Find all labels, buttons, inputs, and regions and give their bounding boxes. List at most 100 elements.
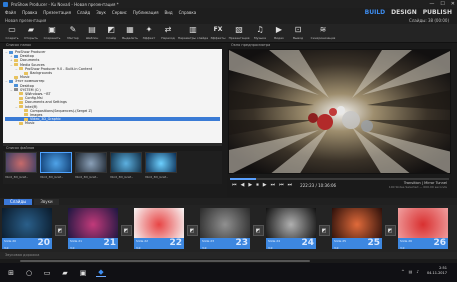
menu-publish[interactable]: Публикация (133, 10, 159, 15)
toolbar-label: Шаблон (85, 36, 99, 40)
timeline-slide[interactable]: Slide 20 20 3.0 (2, 208, 52, 250)
transition-icon[interactable]: ◩ (318, 225, 330, 236)
maximize-button[interactable]: ☐ (440, 1, 444, 7)
transition-icon[interactable]: ◩ (186, 225, 198, 236)
rewind-button[interactable]: ⏮ (279, 182, 284, 188)
toolbar-button-1[interactable]: ▰ Открыть (23, 24, 39, 42)
preview-window[interactable] (228, 49, 451, 174)
folder-tree[interactable]: − ProShow Producer + Desktop + Documents − Medi… (3, 49, 222, 143)
toolbar-button-5[interactable]: ◩ Слайд (103, 24, 119, 42)
stop-button[interactable]: ⏹ (256, 182, 259, 188)
menu-file[interactable]: Файл (5, 10, 16, 15)
output-icon: ⊡ (294, 25, 302, 34)
proshow-taskbar-icon[interactable]: ◆ (96, 268, 106, 277)
timeline-scrollbar-thumb[interactable] (20, 260, 310, 262)
search-icon[interactable]: ○ (24, 269, 34, 277)
file-list[interactable]: Vbrd_3D_Graf... Vbrd_3D_Graf... Vbrd_3D_Gr… (3, 151, 222, 184)
toolbar-label: Музыка (254, 36, 266, 40)
toolbar-button-9[interactable]: ▥ Параметры слайда (178, 24, 208, 42)
timeline-slide[interactable]: Slide 25 25 3.0 (332, 208, 382, 250)
expand-icon[interactable]: − (10, 63, 13, 67)
main-toolbar: ▭ Создать ▰ Открыть ▣ Сохранить ✎ Мастер ▤ Шаблон… (0, 24, 457, 43)
tab-sounds[interactable]: Звуки (34, 198, 59, 205)
file-thumbnail-image (75, 152, 107, 173)
transition-icon[interactable]: ◩ (54, 225, 66, 236)
next-button[interactable]: ▶ (263, 182, 267, 188)
mode-build[interactable]: BUILD (365, 9, 385, 16)
timeline-slide[interactable]: Slide 23 23 3.0 (200, 208, 250, 250)
slide-number: 22 (169, 238, 182, 248)
minimize-button[interactable]: — (429, 1, 434, 7)
slide-timeline[interactable]: Slide 20 20 3.0 ◩ Slide 21 21 3.0 ◩ Slide 22 22 3.… (0, 205, 457, 252)
tree-item-label: Backgrounds (30, 71, 52, 76)
file-thumbnail[interactable]: Vbrd_3D_Graf... (5, 152, 37, 181)
toolbar-button-11[interactable]: ▧ Презентация (229, 24, 250, 42)
first-slide-button[interactable]: ⏮ (232, 182, 237, 188)
toolbar-button-14[interactable]: ⊡ Вывод (290, 24, 306, 42)
toolbar-label: Открыть (24, 36, 38, 40)
taskview-icon[interactable]: ▭ (42, 269, 52, 277)
mode-design[interactable]: DESIGN (391, 9, 417, 16)
expand-icon[interactable]: − (10, 88, 13, 92)
close-button[interactable]: ✕ (451, 1, 455, 7)
taskbar-clock[interactable]: 2:51 04.11.2017 (427, 266, 447, 276)
toolbar-button-4[interactable]: ▤ Шаблон (84, 24, 100, 42)
tab-slides[interactable]: Слайды (4, 198, 33, 205)
file-thumbnail[interactable]: Vbrd_3D_Graf... (145, 152, 177, 181)
toolbar-button-2[interactable]: ▣ Сохранить (42, 24, 62, 42)
expand-icon[interactable]: − (5, 50, 8, 54)
file-thumbnail[interactable]: Vbrd_3D_Graf... (40, 152, 72, 181)
toolbar-button-10[interactable]: FX Эффекты (210, 24, 226, 42)
expand-icon[interactable]: − (15, 67, 18, 71)
chevron-up-icon[interactable]: ^ (401, 269, 404, 274)
expand-icon[interactable]: − (15, 105, 18, 109)
network-icon[interactable]: ▤ (409, 269, 413, 274)
transition-icon[interactable]: ◩ (252, 225, 264, 236)
transition-icon[interactable]: ◩ (120, 225, 132, 236)
timeline-slide[interactable]: Slide 21 21 3.0 (68, 208, 118, 250)
menu-slide[interactable]: Слайд (77, 10, 90, 15)
menu-help[interactable]: Справка (179, 10, 197, 15)
toolbar-button-0[interactable]: ▭ Создать (4, 24, 20, 42)
timeline-slide[interactable]: Slide 24 24 3.0 (266, 208, 316, 250)
last-slide-button[interactable]: ⏭ (271, 182, 276, 188)
menu-audio[interactable]: Звук (96, 10, 106, 15)
new-icon: ▭ (8, 25, 16, 34)
slide-thumbnail (134, 208, 184, 238)
player-controls: ⏮ ◀ ▶ ⏹ ▶ ⏭ ⏮ ⏭ 222:23 / 10:36:06 Transi… (228, 181, 451, 189)
play-button[interactable]: ▶ (248, 182, 252, 188)
toolbar-button-15[interactable]: ≋ Синхронизация (309, 24, 337, 42)
audio-track[interactable]: Звуковая дорожка (0, 252, 457, 259)
toolbar-button-6[interactable]: ▦ Выделить (122, 24, 138, 42)
menu-show[interactable]: Презентация (43, 10, 71, 15)
toolbar-button-13[interactable]: ▶ Видео (271, 24, 287, 42)
store-icon[interactable]: ▣ (78, 269, 88, 277)
toolbar-button-12[interactable]: ♫ Музыка (252, 24, 268, 42)
toolbar-button-7[interactable]: ✦ Эффект (141, 24, 157, 42)
expand-icon[interactable]: − (5, 79, 8, 83)
playback-progress[interactable] (230, 178, 449, 180)
slide-label: Slide 23 (202, 239, 215, 243)
timeline-slide[interactable]: Slide 22 22 3.0 (134, 208, 184, 250)
explorer-icon[interactable]: ▰ (60, 269, 70, 277)
forward-button[interactable]: ⏭ (288, 182, 293, 188)
slide-thumbnail (266, 208, 316, 238)
volume-icon[interactable]: ♪ (416, 269, 419, 274)
file-thumbnail[interactable]: Vbrd_3D_Graf... (75, 152, 107, 181)
mode-publish[interactable]: PUBLISH (423, 9, 452, 16)
start-icon[interactable]: ⊞ (6, 269, 16, 277)
menu-tools[interactable]: Сервис (112, 10, 127, 15)
timeline-slide[interactable]: Slide 26 26 3.0 (398, 208, 448, 250)
tree-item[interactable]: Music (5, 121, 220, 125)
transition-icon[interactable]: ◩ (384, 225, 396, 236)
menu-view[interactable]: Вид (164, 10, 172, 15)
toolbar-label: Создать (5, 36, 19, 40)
prev-button[interactable]: ◀ (241, 182, 245, 188)
slide-label: Slide 26 (400, 239, 413, 243)
file-thumbnail[interactable]: Vbrd_3D_Graf... (110, 152, 142, 181)
toolbar-button-3[interactable]: ✎ Мастер (65, 24, 81, 42)
toolbar-button-8[interactable]: ⇄ Переход (160, 24, 176, 42)
file-thumbnail-image (5, 152, 37, 173)
menu-edit[interactable]: Правка (22, 10, 37, 15)
mode-switcher: BUILD DESIGN PUBLISH (365, 8, 452, 17)
